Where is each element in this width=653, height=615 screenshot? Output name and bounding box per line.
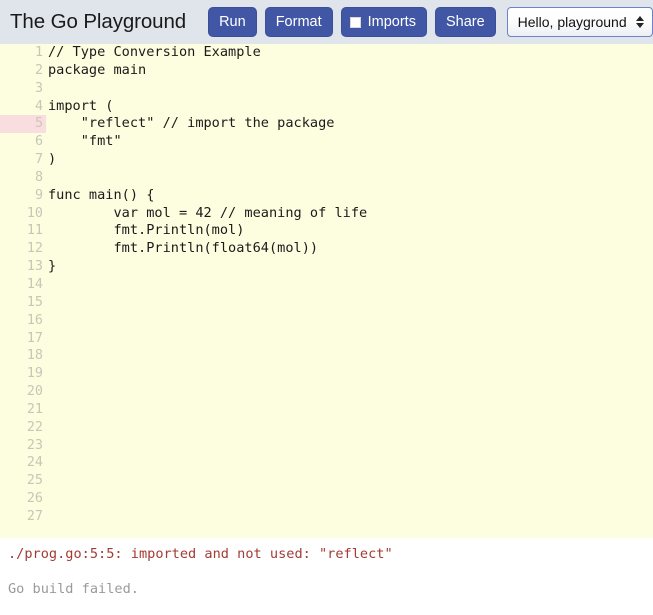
line-number: 14 bbox=[0, 276, 46, 294]
code-line[interactable]: 23 bbox=[0, 437, 653, 455]
code-line[interactable]: 12 fmt.Println(float64(mol)) bbox=[0, 240, 653, 258]
code-line[interactable]: 3 bbox=[0, 80, 653, 98]
line-number: 24 bbox=[0, 454, 46, 472]
output-panel: ./prog.go:5:5: imported and not used: "r… bbox=[0, 538, 653, 615]
line-number: 18 bbox=[0, 347, 46, 365]
code-text[interactable]: var mol = 42 // meaning of life bbox=[46, 205, 653, 223]
go-playground-app: The Go Playground Run Format Imports Sha… bbox=[0, 0, 653, 615]
line-number: 4 bbox=[0, 98, 46, 116]
code-line[interactable]: 10 var mol = 42 // meaning of life bbox=[0, 205, 653, 223]
share-button-label: Share bbox=[446, 15, 485, 30]
code-text[interactable]: fmt.Println(mol) bbox=[46, 222, 653, 240]
format-button-label: Format bbox=[276, 15, 322, 30]
code-line[interactable]: 24 bbox=[0, 454, 653, 472]
code-line[interactable]: 19 bbox=[0, 365, 653, 383]
code-text[interactable]: func main() { bbox=[46, 187, 653, 205]
code-editor[interactable]: 1// Type Conversion Example2package main… bbox=[0, 44, 653, 538]
run-button-label: Run bbox=[219, 15, 246, 30]
line-number: 21 bbox=[0, 401, 46, 419]
code-line[interactable]: 22 bbox=[0, 419, 653, 437]
code-line[interactable]: 18 bbox=[0, 347, 653, 365]
line-number: 2 bbox=[0, 62, 46, 80]
page-title: The Go Playground bbox=[10, 10, 186, 34]
code-text[interactable]: } bbox=[46, 258, 653, 276]
code-text[interactable]: fmt.Println(float64(mol)) bbox=[46, 240, 653, 258]
code-line[interactable]: 4import ( bbox=[0, 98, 653, 116]
code-line[interactable]: 25 bbox=[0, 472, 653, 490]
line-number: 16 bbox=[0, 312, 46, 330]
code-line[interactable]: 15 bbox=[0, 294, 653, 312]
line-number: 25 bbox=[0, 472, 46, 490]
code-line[interactable]: 17 bbox=[0, 330, 653, 348]
line-number: 11 bbox=[0, 222, 46, 240]
line-number: 7 bbox=[0, 151, 46, 169]
line-number: 5 bbox=[0, 115, 46, 133]
line-number: 6 bbox=[0, 133, 46, 151]
code-text[interactable]: "fmt" bbox=[46, 133, 653, 151]
line-number: 1 bbox=[0, 44, 46, 62]
code-line[interactable]: 27 bbox=[0, 508, 653, 526]
code-line[interactable]: 9func main() { bbox=[0, 187, 653, 205]
checkbox-unchecked-icon[interactable] bbox=[350, 17, 361, 28]
format-button[interactable]: Format bbox=[265, 7, 333, 37]
code-line[interactable]: 8 bbox=[0, 169, 653, 187]
line-number: 22 bbox=[0, 419, 46, 437]
line-number: 26 bbox=[0, 490, 46, 508]
line-number: 10 bbox=[0, 205, 46, 223]
line-number: 15 bbox=[0, 294, 46, 312]
code-line[interactable]: 13} bbox=[0, 258, 653, 276]
line-number: 3 bbox=[0, 80, 46, 98]
code-line[interactable]: 5 "reflect" // import the package bbox=[0, 115, 653, 133]
build-error-message: ./prog.go:5:5: imported and not used: "r… bbox=[8, 545, 653, 563]
imports-button-label: Imports bbox=[368, 15, 416, 30]
code-line[interactable]: 26 bbox=[0, 490, 653, 508]
line-number: 19 bbox=[0, 365, 46, 383]
code-text[interactable]: package main bbox=[46, 62, 653, 80]
code-line[interactable]: 6 "fmt" bbox=[0, 133, 653, 151]
code-text[interactable]: // Type Conversion Example bbox=[46, 44, 653, 62]
code-line[interactable]: 20 bbox=[0, 383, 653, 401]
code-text[interactable]: "reflect" // import the package bbox=[46, 115, 653, 133]
line-number: 8 bbox=[0, 169, 46, 187]
run-button[interactable]: Run bbox=[208, 7, 257, 37]
code-line[interactable]: 1// Type Conversion Example bbox=[0, 44, 653, 62]
example-select[interactable]: Hello, playground bbox=[507, 7, 653, 37]
code-text[interactable]: ) bbox=[46, 151, 653, 169]
toolbar: The Go Playground Run Format Imports Sha… bbox=[0, 0, 653, 44]
code-line[interactable]: 2package main bbox=[0, 62, 653, 80]
line-number: 20 bbox=[0, 383, 46, 401]
line-number: 17 bbox=[0, 330, 46, 348]
code-line[interactable]: 16 bbox=[0, 312, 653, 330]
line-number: 27 bbox=[0, 508, 46, 526]
example-select-value: Hello, playground bbox=[518, 14, 627, 30]
build-status-message: Go build failed. bbox=[8, 580, 653, 598]
code-line[interactable]: 7) bbox=[0, 151, 653, 169]
line-number: 13 bbox=[0, 258, 46, 276]
code-line[interactable]: 14 bbox=[0, 276, 653, 294]
line-number: 9 bbox=[0, 187, 46, 205]
code-line[interactable]: 21 bbox=[0, 401, 653, 419]
line-number: 23 bbox=[0, 437, 46, 455]
updown-arrows-icon bbox=[636, 16, 644, 28]
code-line[interactable]: 11 fmt.Println(mol) bbox=[0, 222, 653, 240]
imports-toggle-button[interactable]: Imports bbox=[341, 7, 427, 37]
code-text[interactable]: import ( bbox=[46, 98, 653, 116]
share-button[interactable]: Share bbox=[435, 7, 496, 37]
line-number: 12 bbox=[0, 240, 46, 258]
